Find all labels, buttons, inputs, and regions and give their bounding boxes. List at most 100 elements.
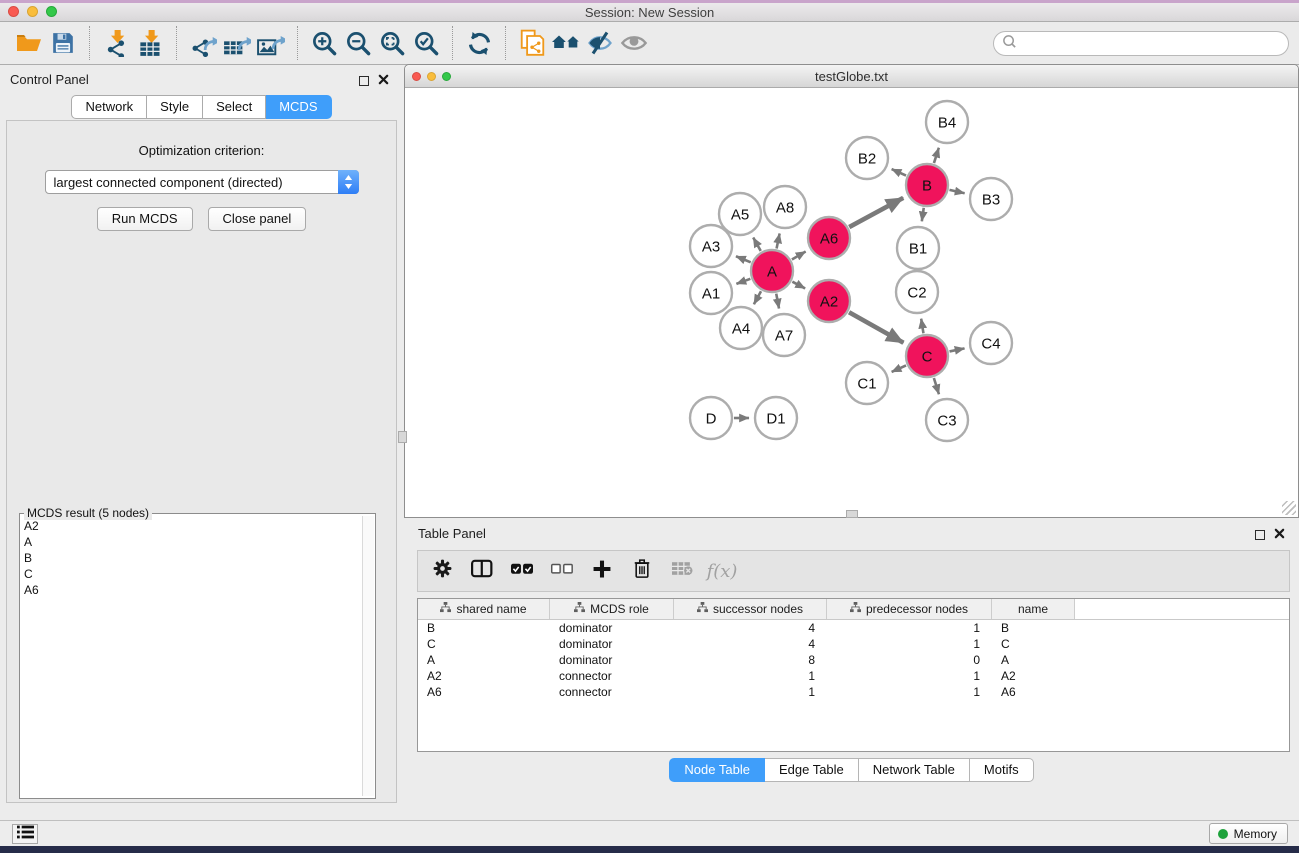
node-A[interactable]: A: [751, 250, 793, 292]
float-table-panel-icon[interactable]: [1255, 530, 1265, 540]
cell-successor-nodes[interactable]: 1: [674, 668, 827, 684]
cell-shared-name[interactable]: A: [418, 652, 550, 668]
cell-predecessor-nodes[interactable]: 0: [827, 652, 992, 668]
run-mcds-button[interactable]: Run MCDS: [97, 207, 193, 231]
table-row[interactable]: Adominator80A: [418, 652, 1289, 668]
table-row[interactable]: Cdominator41C: [418, 636, 1289, 652]
optimization-criterion-select[interactable]: largest connected component (directed): [45, 170, 359, 194]
node-A3[interactable]: A3: [690, 225, 732, 267]
edge-C-C3[interactable]: [934, 378, 939, 394]
open-session-button[interactable]: [12, 27, 46, 59]
save-session-button[interactable]: [46, 27, 80, 59]
copy-network-button[interactable]: [515, 27, 549, 59]
cell-successor-nodes[interactable]: 8: [674, 652, 827, 668]
memory-button[interactable]: Memory: [1209, 823, 1288, 844]
node-B3[interactable]: B3: [970, 178, 1012, 220]
search-box[interactable]: [993, 31, 1289, 56]
tab-motifs[interactable]: Motifs: [970, 758, 1034, 782]
edge-A-A4[interactable]: [754, 291, 761, 304]
cell-name[interactable]: C: [992, 636, 1075, 652]
column-header-successor-nodes[interactable]: successor nodes: [674, 599, 827, 619]
node-A1[interactable]: A1: [690, 272, 732, 314]
tab-node-table[interactable]: Node Table: [669, 758, 765, 782]
node-A6[interactable]: A6: [808, 217, 850, 259]
cell-predecessor-nodes[interactable]: 1: [827, 620, 992, 636]
network-canvas[interactable]: AA6A2BCA1A3A4A5A7A8B1B2B3B4C1C2C3C4DD1: [405, 88, 1298, 517]
node-C3[interactable]: C3: [926, 399, 968, 441]
node-A4[interactable]: A4: [720, 307, 762, 349]
cell-predecessor-nodes[interactable]: 1: [827, 668, 992, 684]
result-item[interactable]: B: [24, 550, 361, 566]
select-all-button[interactable]: [506, 556, 538, 586]
delete-row-button[interactable]: [626, 556, 658, 586]
close-table-panel-icon[interactable]: [1274, 526, 1285, 544]
edge-C-C4[interactable]: [950, 348, 965, 351]
edge-C-C1[interactable]: [892, 365, 906, 371]
home-network-button[interactable]: [549, 27, 583, 59]
result-item[interactable]: A6: [24, 582, 361, 598]
node-A2[interactable]: A2: [808, 280, 850, 322]
task-history-button[interactable]: [12, 824, 38, 844]
edge-A-A5[interactable]: [753, 238, 761, 251]
cell-successor-nodes[interactable]: 4: [674, 636, 827, 652]
tab-network-table[interactable]: Network Table: [859, 758, 970, 782]
cell-name[interactable]: A: [992, 652, 1075, 668]
node-A5[interactable]: A5: [719, 193, 761, 235]
show-column-button[interactable]: [466, 556, 498, 586]
horizontal-split-handle[interactable]: [846, 510, 858, 518]
column-header-predecessor-nodes[interactable]: predecessor nodes: [827, 599, 992, 619]
export-table-button[interactable]: [220, 27, 254, 59]
cell-shared-name[interactable]: C: [418, 636, 550, 652]
result-item[interactable]: A2: [24, 518, 361, 534]
result-item[interactable]: A: [24, 534, 361, 550]
edge-B-B3[interactable]: [949, 190, 964, 193]
edge-A-A3[interactable]: [736, 256, 751, 262]
cell-predecessor-nodes[interactable]: 1: [827, 636, 992, 652]
node-D[interactable]: D: [690, 397, 732, 439]
zoom-in-button[interactable]: [307, 27, 341, 59]
zoom-fit-button[interactable]: [375, 27, 409, 59]
import-network-button[interactable]: [99, 27, 133, 59]
node-B1[interactable]: B1: [897, 227, 939, 269]
cell-shared-name[interactable]: B: [418, 620, 550, 636]
import-table-button[interactable]: [133, 27, 167, 59]
cell-mcds-role[interactable]: connector: [550, 684, 674, 700]
select-stepper-icon[interactable]: [338, 170, 359, 194]
tab-network[interactable]: Network: [71, 95, 147, 119]
table-row[interactable]: A2connector11A2: [418, 668, 1289, 684]
cell-shared-name[interactable]: A6: [418, 684, 550, 700]
column-header-name[interactable]: name: [992, 599, 1075, 619]
float-panel-icon[interactable]: [359, 76, 369, 86]
tab-edge-table[interactable]: Edge Table: [765, 758, 859, 782]
table-row[interactable]: A6connector11A6: [418, 684, 1289, 700]
cell-mcds-role[interactable]: dominator: [550, 652, 674, 668]
cell-name[interactable]: A2: [992, 668, 1075, 684]
node-B4[interactable]: B4: [926, 101, 968, 143]
cell-successor-nodes[interactable]: 4: [674, 620, 827, 636]
node-A7[interactable]: A7: [763, 314, 805, 356]
show-graphics-details-button[interactable]: [617, 27, 651, 59]
edge-C-C2[interactable]: [921, 319, 923, 334]
node-B[interactable]: B: [906, 164, 948, 206]
close-panel-button[interactable]: Close panel: [208, 207, 307, 231]
node-C2[interactable]: C2: [896, 271, 938, 313]
edge-B-B4[interactable]: [934, 148, 939, 163]
edge-A2-C[interactable]: [849, 312, 903, 343]
cell-mcds-role[interactable]: connector: [550, 668, 674, 684]
vertical-split-handle[interactable]: [398, 431, 407, 443]
export-image-button[interactable]: [254, 27, 288, 59]
column-header-shared-name[interactable]: shared name: [418, 599, 550, 619]
cell-successor-nodes[interactable]: 1: [674, 684, 827, 700]
cell-mcds-role[interactable]: dominator: [550, 620, 674, 636]
node-C[interactable]: C: [906, 335, 948, 377]
export-network-button[interactable]: [186, 27, 220, 59]
cell-name[interactable]: A6: [992, 684, 1075, 700]
zoom-selected-button[interactable]: [409, 27, 443, 59]
edge-B-B1[interactable]: [922, 208, 924, 222]
edge-A6-B[interactable]: [849, 198, 903, 227]
column-header-mcds-role[interactable]: MCDS role: [550, 599, 674, 619]
mcds-result-list[interactable]: A2ABCA6: [24, 518, 361, 796]
edge-B-B2[interactable]: [892, 169, 906, 175]
add-row-button[interactable]: [586, 556, 618, 586]
hide-graphics-details-button[interactable]: [583, 27, 617, 59]
